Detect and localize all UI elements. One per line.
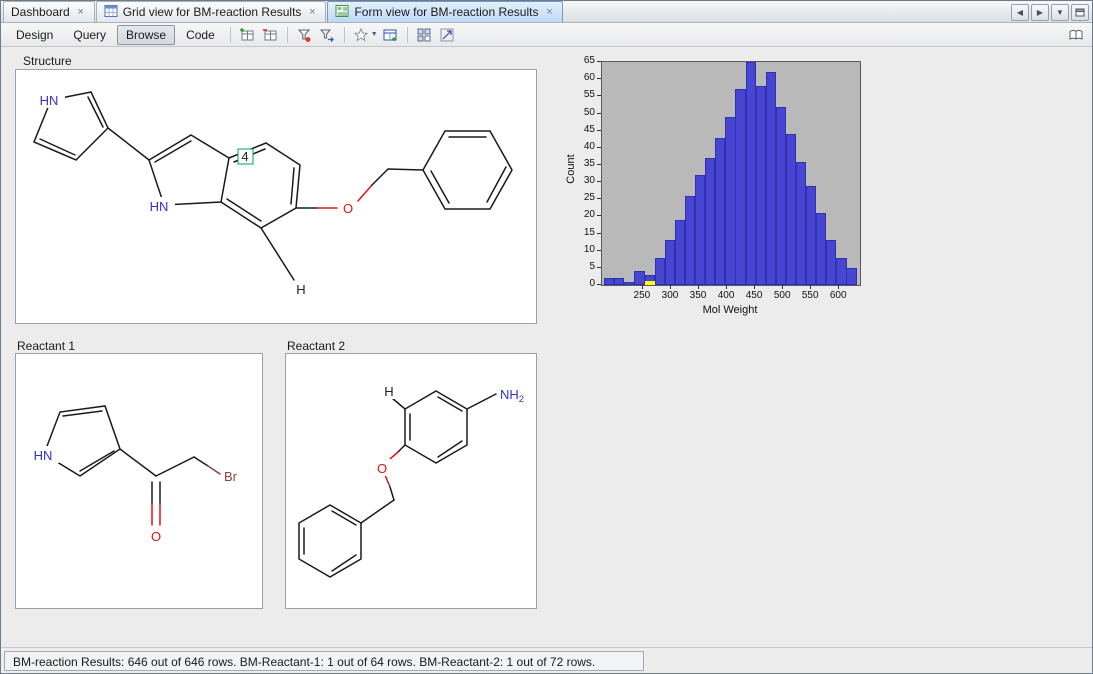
histogram-bar — [725, 117, 735, 285]
tab-label: Grid view for BM-reaction Results — [123, 5, 302, 19]
menu-code[interactable]: Code — [177, 25, 224, 45]
pyrrole-nh-label: HN — [34, 448, 53, 463]
indole-nh-label: HN — [150, 199, 169, 214]
scroll-tabs-right-button[interactable]: ▶ — [1031, 4, 1049, 21]
tab-dashboard[interactable]: Dashboard × — [3, 1, 95, 22]
structure-panel-title: Structure — [23, 54, 72, 68]
toolbar-separator — [344, 27, 345, 43]
reactant2-canvas[interactable]: H NH2 O — [286, 354, 536, 608]
x-axis-title: Mol Weight — [601, 304, 859, 316]
mol-weight-histogram: Count 05101520253035404550556065 2503003… — [557, 51, 887, 323]
histogram-bar — [604, 278, 614, 285]
toolbar-separator — [287, 27, 288, 43]
fit-to-window-icon[interactable] — [437, 25, 458, 45]
histogram-bar — [695, 175, 705, 285]
favorites-dropdown-caret[interactable]: ▼ — [371, 31, 378, 38]
ether-oxygen-label: O — [377, 461, 387, 476]
carbonyl-oxygen-label: O — [151, 529, 161, 544]
form-layout-icon[interactable] — [414, 25, 435, 45]
histogram-bar — [735, 89, 745, 285]
reactant2-panel[interactable]: H NH2 O — [285, 353, 537, 609]
save-view-table-icon[interactable] — [380, 25, 401, 45]
pyrrole-nh-label: HN — [40, 93, 59, 108]
histogram-bar — [816, 213, 826, 285]
histogram-bar — [685, 196, 695, 285]
histogram-bar — [624, 282, 634, 285]
histogram-bar — [786, 134, 796, 285]
form-view-icon — [335, 4, 349, 21]
structure-canvas[interactable]: HN HN 4 O H — [16, 70, 536, 323]
reactant1-panel-title: Reactant 1 — [17, 339, 75, 353]
notebook-icon[interactable] — [1065, 25, 1086, 45]
histogram-bar — [766, 72, 776, 285]
reactant1-panel[interactable]: HN O Br — [15, 353, 263, 609]
histogram-bar — [776, 107, 786, 285]
toolbar: Design Query Browse Code ▼ — [1, 23, 1092, 47]
structure-panel[interactable]: HN HN 4 O H — [15, 69, 537, 324]
maximize-view-button[interactable] — [1071, 4, 1089, 21]
bromine-label: Br — [224, 469, 238, 484]
menu-browse[interactable]: Browse — [117, 25, 175, 45]
favorites-star-icon[interactable] — [351, 25, 372, 45]
tab-scroll-controls: ◀ ▶ ▼ — [1011, 4, 1089, 21]
scroll-tabs-left-button[interactable]: ◀ — [1011, 4, 1029, 21]
tab-label: Dashboard — [11, 5, 70, 19]
tab-bar: Dashboard × Grid view for BM-reaction Re… — [1, 1, 1092, 23]
histogram-bar — [746, 62, 756, 285]
table-add-icon[interactable] — [237, 25, 258, 45]
hydrogen-label: H — [384, 384, 393, 399]
row-count-status: BM-reaction Results: 646 out of 646 rows… — [4, 651, 644, 671]
histogram-bar — [614, 278, 624, 285]
status-bar: BM-reaction Results: 646 out of 646 rows… — [1, 647, 1092, 673]
histogram-bar — [655, 258, 665, 285]
tab-close-icon[interactable]: × — [543, 6, 555, 18]
tab-close-icon[interactable]: × — [75, 6, 87, 18]
application-window: Dashboard × Grid view for BM-reaction Re… — [0, 0, 1093, 674]
histogram-bar — [634, 271, 644, 285]
ether-oxygen-label: O — [343, 201, 353, 216]
histogram-bar — [705, 158, 715, 285]
atom-map-number: 4 — [241, 149, 248, 164]
selected-bin-marker — [645, 281, 655, 285]
histogram-bar — [796, 162, 806, 286]
histogram-plot[interactable] — [601, 61, 861, 286]
reactant2-panel-title: Reactant 2 — [287, 339, 345, 353]
histogram-bar — [836, 258, 846, 285]
tab-label: Form view for BM-reaction Results — [354, 5, 538, 19]
y-axis-title: Count — [565, 137, 577, 201]
histogram-bar — [675, 220, 685, 285]
toolbar-separator — [407, 27, 408, 43]
tab-list-dropdown-button[interactable]: ▼ — [1051, 4, 1069, 21]
menu-query[interactable]: Query — [64, 25, 115, 45]
clear-filter-icon[interactable] — [317, 25, 338, 45]
filter-icon[interactable] — [294, 25, 315, 45]
menu-design[interactable]: Design — [7, 25, 62, 45]
histogram-bar — [715, 138, 725, 286]
form-view-area: Structure HN HN — [1, 47, 1092, 647]
histogram-bar — [665, 240, 675, 285]
tab-grid-view[interactable]: Grid view for BM-reaction Results × — [96, 1, 327, 22]
histogram-bar — [756, 86, 766, 285]
toolbar-separator — [230, 27, 231, 43]
reactant1-canvas[interactable]: HN O Br — [16, 354, 262, 608]
table-remove-icon[interactable] — [260, 25, 281, 45]
histogram-bar — [806, 186, 816, 286]
hydrogen-label: H — [296, 282, 305, 297]
histogram-bar — [846, 268, 856, 285]
histogram-bar — [826, 240, 836, 285]
tab-close-icon[interactable]: × — [306, 6, 318, 18]
tab-form-view[interactable]: Form view for BM-reaction Results × — [327, 1, 563, 22]
grid-view-icon — [104, 4, 118, 21]
